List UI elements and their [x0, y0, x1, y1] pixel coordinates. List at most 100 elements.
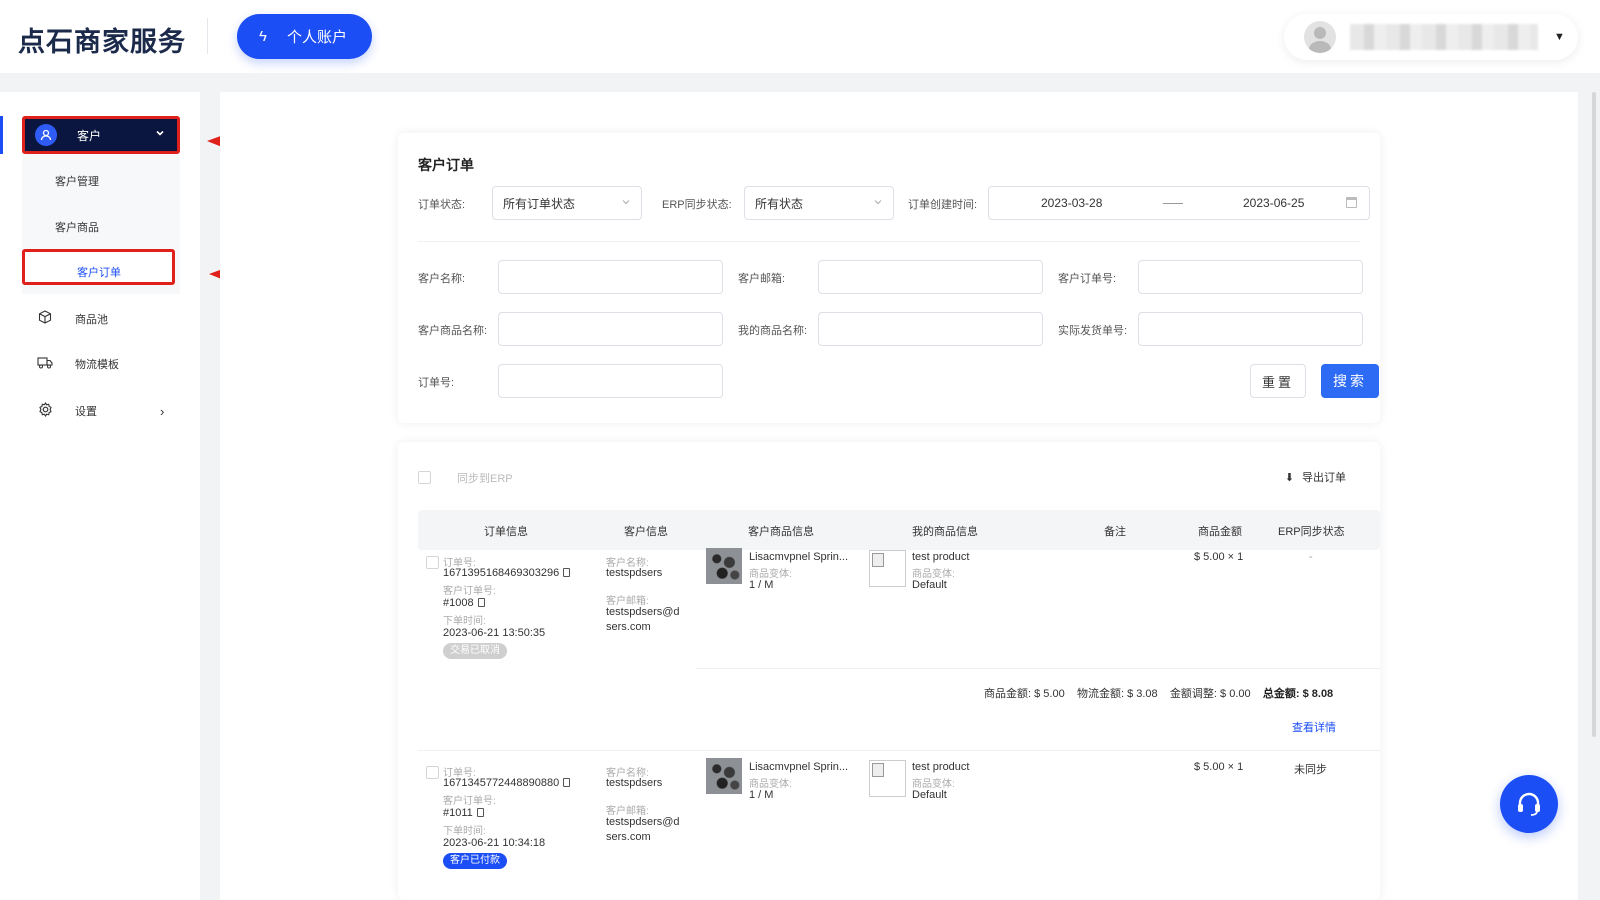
erp-status-value: -	[1309, 551, 1313, 563]
sidebar-item-label: 商品池	[75, 313, 108, 326]
erp-status-value: 未同步	[1294, 764, 1327, 776]
order-status-value: 所有订单状态	[503, 196, 576, 211]
customer-order-no-label: 客户订单号:	[1058, 273, 1117, 285]
my-product-thumbnail[interactable]	[869, 550, 906, 587]
reset-button[interactable]: 重置	[1250, 364, 1306, 398]
customer-product-input[interactable]	[498, 312, 723, 346]
order-time-value: 2023-06-21 13:50:35	[443, 627, 546, 639]
customer-product-label: 客户商品名称:	[418, 325, 488, 337]
customer-name-value: testspdsers	[606, 567, 663, 579]
order-no-input[interactable]	[498, 364, 723, 398]
copy-icon[interactable]	[563, 568, 571, 577]
customer-order-no-input[interactable]	[1138, 260, 1363, 294]
date-range-picker[interactable]: 2023-03-28 2023-06-25	[988, 186, 1370, 220]
scrollbar[interactable]	[1592, 92, 1596, 737]
sidebar: 客户	[0, 92, 200, 900]
logo[interactable]: 点石商家服务	[18, 20, 186, 59]
order-no-label: 订单号:	[418, 377, 455, 389]
customer-email-caption: 客户邮箱:	[606, 806, 649, 817]
user-menu[interactable]: ▼	[1284, 14, 1578, 60]
copy-icon[interactable]	[477, 598, 485, 607]
customer-order-no-caption: 客户订单号:	[443, 586, 496, 597]
created-time-label: 订单创建时间:	[908, 199, 978, 211]
search-button[interactable]: 搜索	[1321, 364, 1379, 398]
customer-variant-value: 1 / M	[749, 579, 774, 591]
chevron-right-icon: ›	[160, 403, 165, 419]
copy-icon[interactable]	[476, 808, 484, 817]
customer-product-thumbnail[interactable]	[706, 758, 742, 794]
copy-icon[interactable]	[563, 778, 571, 787]
sidebar-item-customer[interactable]: 客户	[22, 116, 180, 154]
date-end: 2023-06-25	[1243, 196, 1305, 210]
table-row: 订单号: 1671345772448890880 客户订单号: #1011 下单…	[418, 758, 1380, 900]
status-badge: 交易已取消	[443, 643, 507, 659]
erp-status-select[interactable]: 所有状态	[744, 186, 894, 220]
column-header: 客户信息	[624, 526, 668, 538]
export-orders-label: 导出订单	[1302, 472, 1346, 484]
sidebar-sub-customer-orders[interactable]: 客户订单	[77, 264, 121, 280]
page-title: 客户订单	[418, 157, 474, 173]
sidebar-item-product-pool[interactable]: 商品池	[36, 310, 108, 327]
variant-caption: 商品变体:	[749, 569, 792, 580]
variant-caption: 商品变体:	[912, 569, 955, 580]
sidebar-sub-customer-products[interactable]: 客户商品	[55, 219, 99, 235]
sidebar-item-settings[interactable]: 设置 ›	[36, 401, 164, 420]
table-header: 订单信息 客户信息 客户商品信息 我的商品信息 备注 商品金额 ERP同步状态	[418, 510, 1380, 550]
sidebar-item-logistics-template[interactable]: 物流模板	[36, 356, 119, 372]
avatar	[1304, 21, 1336, 53]
download-icon: ⬇	[1284, 471, 1294, 484]
my-product-label: 我的商品名称:	[738, 325, 808, 337]
shipping-no-input[interactable]	[1138, 312, 1363, 346]
cube-icon	[36, 310, 54, 327]
my-product-input[interactable]	[818, 312, 1043, 346]
order-no-value: 1671395168469303296	[443, 567, 571, 579]
erp-status-label: ERP同步状态:	[662, 199, 732, 211]
filter-divider	[418, 241, 1360, 242]
column-header: 商品金额	[1198, 526, 1242, 538]
customer-email-value-cont: sers.com	[606, 831, 651, 843]
price-value: $ 5.00 × 1	[1194, 551, 1244, 563]
order-time-caption: 下单时间:	[443, 826, 486, 837]
customer-variant-value: 1 / M	[749, 789, 774, 801]
select-all-checkbox[interactable]	[418, 471, 431, 484]
sync-erp-button[interactable]: 同步到ERP	[457, 470, 513, 486]
order-time-caption: 下单时间:	[443, 616, 486, 627]
customer-support-button[interactable]	[1500, 775, 1558, 833]
customer-product-name: Lisacmvpnel Sprin...	[749, 551, 849, 563]
erp-status-value: 所有状态	[755, 196, 804, 211]
row-checkbox[interactable]	[426, 556, 439, 569]
export-orders-button[interactable]: ⬇ 导出订单	[1285, 469, 1346, 485]
caret-down-icon: ▼	[1554, 31, 1565, 43]
table-row: 订单号: 1671395168469303296 客户订单号: #1008 下单…	[418, 548, 1380, 754]
calendar-icon	[1346, 197, 1357, 208]
customer-email-input[interactable]	[818, 260, 1043, 294]
view-detail-link[interactable]: 查看详情	[1292, 719, 1336, 735]
orders-panel: 同步到ERP ⬇ 导出订单 订单信息 客户信息 客户商品信息 我的商品信息 备注…	[398, 442, 1380, 900]
variant-caption: 商品变体:	[912, 779, 955, 790]
date-start: 2023-03-28	[1041, 196, 1103, 210]
customer-name-label: 客户名称:	[418, 273, 466, 285]
row-divider	[418, 750, 1380, 751]
gear-icon	[36, 401, 54, 420]
customer-name-value: testspdsers	[606, 777, 663, 789]
order-status-select[interactable]: 所有订单状态	[492, 186, 642, 220]
customer-product-thumbnail[interactable]	[706, 548, 742, 584]
customer-order-no-value: #1008	[443, 597, 485, 609]
my-product-thumbnail[interactable]	[869, 760, 906, 797]
order-status-label: 订单状态:	[418, 199, 466, 211]
customer-name-input[interactable]	[498, 260, 723, 294]
headset-icon	[1518, 792, 1540, 816]
shipping-no-label: 实际发货单号:	[1058, 325, 1128, 337]
row-divider	[696, 668, 1380, 669]
order-time-value: 2023-06-21 10:34:18	[443, 837, 546, 849]
customer-email-caption: 客户邮箱:	[606, 596, 649, 607]
column-header: 我的商品信息	[912, 526, 978, 538]
sidebar-item-label: 物流模板	[75, 359, 119, 371]
column-header: 客户商品信息	[748, 526, 814, 538]
sidebar-sub-customer-manage[interactable]: 客户管理	[55, 173, 99, 189]
variant-caption: 商品变体:	[749, 779, 792, 790]
row-checkbox[interactable]	[426, 766, 439, 779]
order-totals: 商品金额: $ 5.00 物流金额: $ 3.08 金额调整: $ 0.00 总…	[984, 688, 1334, 700]
customer-order-no-caption: 客户订单号:	[443, 796, 496, 807]
personal-account-button[interactable]: ϟ 个人账户	[237, 14, 372, 59]
